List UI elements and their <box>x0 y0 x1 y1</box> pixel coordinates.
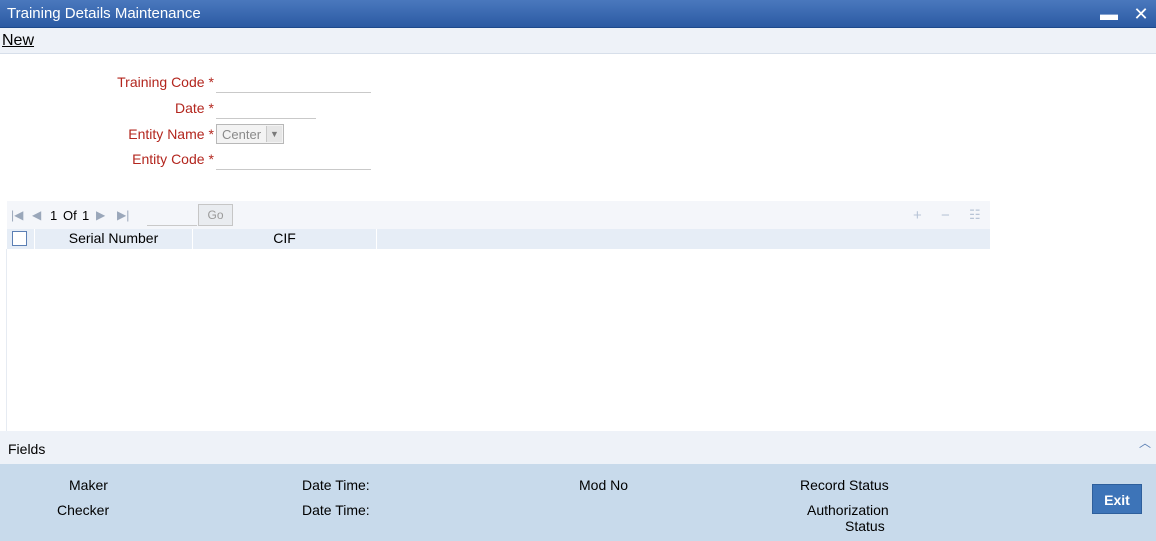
date-input[interactable] <box>216 118 316 119</box>
page-number-input[interactable] <box>147 225 197 226</box>
record-status-label: Record Status <box>800 477 889 493</box>
checker-label: Checker <box>57 502 110 518</box>
training-code-label: Training Code * <box>117 74 214 90</box>
first-page-icon[interactable]: |◀ <box>11 208 23 222</box>
grid-header: Serial Number CIF <box>7 229 990 249</box>
go-button[interactable]: Go <box>198 204 233 226</box>
single-view-icon[interactable]: ☷ <box>969 207 981 223</box>
entity-name-select[interactable]: Center ▼ <box>216 124 284 144</box>
mod-no-label: Mod No <box>579 477 629 493</box>
title-bar: Training Details Maintenance ▬ ✕ <box>0 0 1156 28</box>
chevron-up-icon[interactable]: ︿ <box>1139 434 1151 451</box>
date-label: Date * <box>174 100 214 116</box>
grid-body-border <box>6 249 7 431</box>
authorization-status-label-line1: Authorization <box>807 502 889 518</box>
current-page: 1 <box>50 208 58 223</box>
entity-code-input[interactable] <box>216 169 371 170</box>
entity-name-value: Center <box>222 127 262 142</box>
chevron-down-icon: ▼ <box>266 126 282 142</box>
fields-bar: Fields ︿ <box>0 431 1156 464</box>
maker-label: Maker <box>69 477 108 493</box>
audit-footer: Maker Checker Date Time: Date Time: Mod … <box>0 464 1156 541</box>
prev-page-icon[interactable]: ◀ <box>32 208 41 222</box>
action-toolbar: New <box>0 28 1156 54</box>
window-title: Training Details Maintenance <box>7 5 201 22</box>
fields-label[interactable]: Fields <box>8 441 45 457</box>
delete-row-icon[interactable]: − <box>941 207 950 224</box>
column-serial-number[interactable]: Serial Number <box>35 229 193 249</box>
entity-code-label: Entity Code * <box>132 151 214 167</box>
maker-date-time-label: Date Time: <box>302 477 370 493</box>
add-row-icon[interactable]: + <box>913 207 922 224</box>
authorization-status-label-line2: Status <box>845 518 885 534</box>
select-all-checkbox[interactable] <box>12 231 27 246</box>
entity-name-label: Entity Name * <box>128 126 214 142</box>
total-pages: 1 <box>82 208 90 223</box>
of-label: Of <box>63 208 77 223</box>
column-cif[interactable]: CIF <box>193 229 377 249</box>
minimize-icon[interactable]: ▬ <box>1098 3 1120 25</box>
next-page-icon[interactable]: ▶ <box>96 208 105 222</box>
grid-toolbar: |◀ ◀ 1 Of 1 ▶ ▶| Go + − ☷ <box>7 201 990 229</box>
training-code-input[interactable] <box>216 92 371 93</box>
new-link[interactable]: New <box>2 32 34 50</box>
checker-date-time-label: Date Time: <box>302 502 370 518</box>
close-icon[interactable]: ✕ <box>1130 3 1152 25</box>
select-all-cell <box>7 229 35 249</box>
exit-button[interactable]: Exit <box>1092 484 1142 514</box>
last-page-icon[interactable]: ▶| <box>117 208 129 222</box>
